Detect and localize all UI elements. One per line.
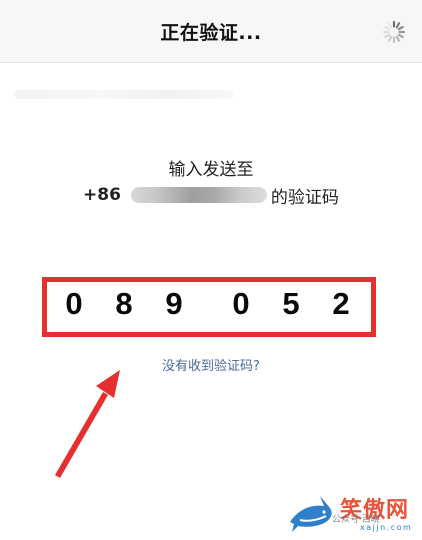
annotation-arrow [55, 370, 120, 478]
prompt-line: 输入发送至 [168, 160, 254, 180]
blurred-placeholder-line [14, 90, 234, 99]
code-digit: 0 [232, 286, 250, 321]
resend-code-link[interactable]: 没有收到验证码? [0, 355, 422, 374]
masked-phone-number [130, 187, 267, 203]
prompt-suffix: 的验证码 [270, 187, 339, 208]
code-digit: 5 [282, 286, 300, 321]
site-watermark: 笑傲网 公众号·百晓 xajjn.com [280, 490, 422, 540]
country-code: +86 [83, 185, 121, 205]
shark-logo-icon [290, 496, 332, 532]
watermark-domain: xajjn.com [360, 523, 413, 532]
code-digit: 0 [65, 286, 83, 321]
loading-spinner-icon [382, 20, 406, 44]
navigation-bar: 正在验证... [0, 0, 422, 63]
code-digit: 2 [332, 286, 350, 321]
code-digit: 9 [165, 286, 183, 321]
phone-number-line: +86 的验证码 [83, 183, 339, 208]
page-title: 正在验证... [160, 22, 262, 44]
verification-screen: 正在验证... 输入发送至 +86 的验证码 0 8 9 0 5 2 没有收到验… [0, 0, 422, 540]
code-digit: 8 [115, 286, 133, 321]
